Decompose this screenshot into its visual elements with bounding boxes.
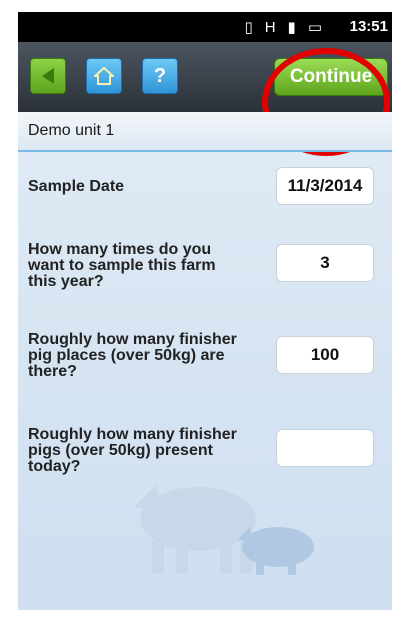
sample-times-input[interactable]: 3 [276,244,374,282]
help-button[interactable]: ? [142,58,178,94]
home-icon [94,67,114,85]
back-arrow-icon [42,68,54,84]
unit-header: Demo unit 1 [18,112,392,152]
toolbar: ? Continue [18,42,392,156]
pig-places-label: Roughly how many finisher pig places (ov… [28,331,237,380]
home-button[interactable] [86,58,122,94]
battery-icon: ▭ [307,19,322,36]
unit-title: Demo unit 1 [28,122,115,139]
sample-times-label: How many times do you want to sample thi… [28,241,216,290]
sample-date-label: Sample Date [28,178,125,195]
vibrate-icon: ▯ [244,19,253,36]
pig-places-input[interactable]: 100 [276,336,374,374]
phone-screen: ▯ H ▮ ▭ 13:51 ? Continue Demo unit 1 Sam… [18,12,392,610]
status-icons: ▯ H ▮ ▭ [244,18,322,37]
pig-silhouette-icon [134,485,314,575]
status-time: 13:51 [349,18,388,35]
status-bar: ▯ H ▮ ▭ 13:51 [18,12,392,42]
signal-icon: ▮ [287,19,296,36]
pigs-present-input[interactable] [276,429,374,467]
help-icon: ? [153,64,167,87]
sample-date-input[interactable]: 11/3/2014 [276,167,374,205]
back-button[interactable] [30,58,66,94]
continue-button[interactable]: Continue [274,58,388,96]
network-h-icon: H [264,18,276,36]
